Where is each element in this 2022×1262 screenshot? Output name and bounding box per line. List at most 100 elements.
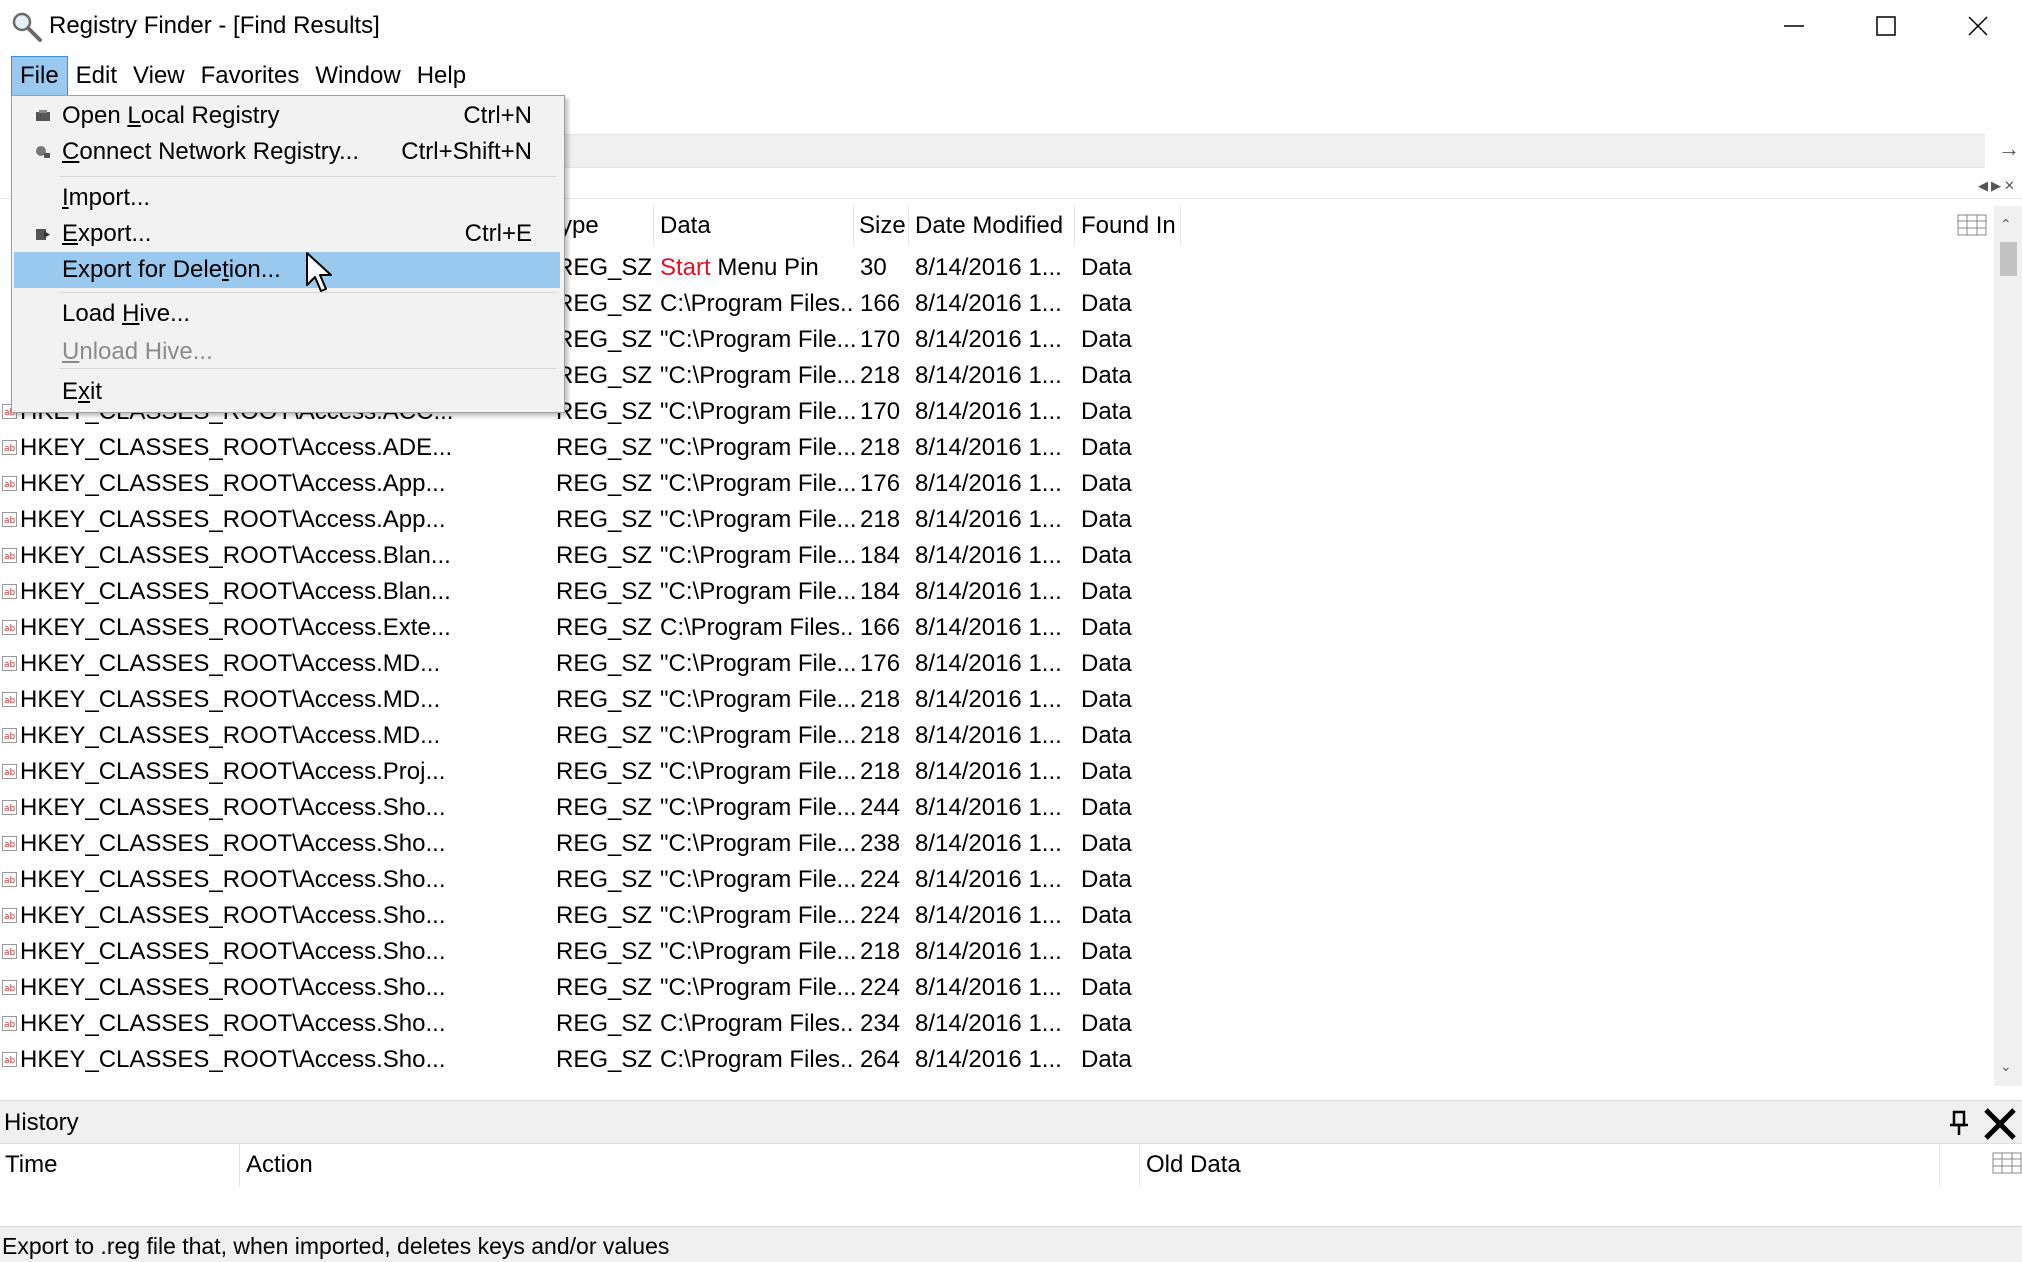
svg-text:ab: ab — [4, 984, 16, 994]
cell-data: "C:\Program File... — [660, 358, 855, 394]
scroll-down-icon[interactable]: ⌄ — [2000, 1058, 2012, 1075]
svg-text:ab: ab — [4, 876, 16, 886]
data-text: "C:\Program File... — [660, 542, 855, 569]
menu-item-export[interactable]: Export... Ctrl+E — [14, 216, 560, 252]
svg-text:ab: ab — [4, 840, 16, 850]
menu-item-import[interactable]: Import... — [14, 180, 560, 216]
cell-size: 218 — [860, 938, 901, 965]
menu-item-unload-hive: Unload Hive... — [14, 334, 560, 370]
table-row[interactable]: ab HKEY_CLASSES_ROOT\Access.Sho... REG_SZ "… — [0, 862, 1994, 898]
cell-size: 170 — [860, 398, 901, 425]
cell-name: HKEY_CLASSES_ROOT\Access.Sho... — [20, 830, 446, 857]
cell-name: HKEY_CLASSES_ROOT\Access.Sho... — [20, 974, 446, 1001]
string-value-icon: ab — [2, 620, 17, 635]
cell-size: 30 — [860, 254, 887, 281]
cell-date-modified: 8/14/2016 1... — [915, 938, 1062, 965]
table-row[interactable]: ab HKEY_CLASSES_ROOT\Access.Exte... REG_SZ… — [0, 610, 1994, 646]
table-row[interactable]: ab HKEY_CLASSES_ROOT\Access.MD... REG_SZ "C… — [0, 718, 1994, 754]
cell-date-modified: 8/14/2016 1... — [915, 830, 1062, 857]
history-column-old-data[interactable]: Old Data — [1140, 1144, 1940, 1186]
pane-navigation-controls[interactable]: ◀▶✕ — [1978, 178, 2018, 194]
address-field[interactable] — [565, 134, 1985, 168]
table-row[interactable]: ab HKEY_CLASSES_ROOT\Access.Sho... REG_SZ "… — [0, 970, 1994, 1006]
cell-found-in: Data — [1081, 290, 1132, 317]
cell-type: REG_SZ — [556, 254, 653, 281]
cell-type: REG_SZ — [556, 830, 653, 857]
column-header-size[interactable]: Size — [854, 206, 909, 246]
go-arrow-icon[interactable]: → — [1997, 136, 2021, 162]
menu-item-label: Exit — [62, 378, 103, 405]
cell-data: "C:\Program File... — [660, 502, 855, 538]
cell-data: "C:\Program File... — [660, 466, 855, 502]
menu-help[interactable]: Help — [409, 56, 474, 96]
menu-item-open-local-registry[interactable]: Open Local Registry Ctrl+N — [14, 98, 560, 134]
cell-name: HKEY_CLASSES_ROOT\Access.Proj... — [20, 758, 446, 785]
table-row[interactable]: ab HKEY_CLASSES_ROOT\Access.Sho... REG_SZ "… — [0, 898, 1994, 934]
close-panel-icon[interactable] — [1982, 1107, 2018, 1141]
cell-date-modified: 8/14/2016 1... — [915, 470, 1062, 497]
table-row[interactable]: ab HKEY_CLASSES_ROOT\Access.MD... REG_SZ "C… — [0, 682, 1994, 718]
data-text: "C:\Program File... — [660, 506, 855, 533]
cell-found-in: Data — [1081, 362, 1132, 389]
menu-file[interactable]: File — [11, 56, 68, 96]
menu-item-export-for-deletion[interactable]: Export for Deletion... — [14, 252, 560, 288]
string-value-icon: ab — [2, 1016, 17, 1031]
cell-data: Start Menu Pin — [660, 250, 855, 286]
column-chooser-icon[interactable] — [1957, 214, 1987, 236]
table-row[interactable]: ab HKEY_CLASSES_ROOT\Access.Sho... REG_SZ "… — [0, 790, 1994, 826]
table-row[interactable]: ab HKEY_CLASSES_ROOT\Access.Sho... REG_SZ "… — [0, 934, 1994, 970]
cell-data: C:\Program Files... — [660, 610, 855, 646]
cell-size: 224 — [860, 866, 901, 893]
data-highlight: Start — [660, 254, 711, 281]
cell-type: REG_SZ — [556, 290, 653, 317]
cell-found-in: Data — [1081, 794, 1132, 821]
table-row[interactable]: ab HKEY_CLASSES_ROOT\Access.Blan... REG_SZ… — [0, 538, 1994, 574]
history-column-action[interactable]: Action — [240, 1144, 1140, 1186]
table-row[interactable]: ab HKEY_CLASSES_ROOT\Access.App... REG_SZ "… — [0, 502, 1994, 538]
column-header-found-in[interactable]: Found In — [1075, 206, 1181, 246]
table-row[interactable]: ab HKEY_CLASSES_ROOT\Access.Sho... REG_SZ C… — [0, 1006, 1994, 1042]
cell-name: HKEY_CLASSES_ROOT\Access.Sho... — [20, 866, 446, 893]
history-column-time[interactable]: Time — [0, 1144, 240, 1186]
table-row[interactable]: ab HKEY_CLASSES_ROOT\Access.Sho... REG_SZ C… — [0, 1042, 1994, 1078]
column-header-type[interactable]: ype — [556, 206, 654, 246]
menu-item-connect-network-registry[interactable]: Connect Network Registry... Ctrl+Shift+N — [14, 134, 560, 170]
menu-view[interactable]: View — [125, 56, 193, 96]
cell-name: HKEY_CLASSES_ROOT\Access.Sho... — [20, 938, 446, 965]
menu-favorites[interactable]: Favorites — [193, 56, 308, 96]
table-row[interactable]: ab HKEY_CLASSES_ROOT\Access.Blan... REG_SZ… — [0, 574, 1994, 610]
column-header-data[interactable]: Data — [654, 206, 854, 246]
menu-window[interactable]: Window — [307, 56, 408, 96]
cell-found-in: Data — [1081, 326, 1132, 353]
table-row[interactable]: ab HKEY_CLASSES_ROOT\Access.Sho... REG_SZ "… — [0, 826, 1994, 862]
table-row[interactable]: ab HKEY_CLASSES_ROOT\Access.MD... REG_SZ "C… — [0, 646, 1994, 682]
maximize-button[interactable] — [1840, 0, 1932, 52]
cell-date-modified: 8/14/2016 1... — [915, 974, 1062, 1001]
cell-data: "C:\Program File... — [660, 754, 855, 790]
table-row[interactable]: ab HKEY_CLASSES_ROOT\Access.App... REG_SZ "… — [0, 466, 1994, 502]
svg-text:ab: ab — [4, 768, 16, 778]
close-icon — [1968, 16, 1988, 36]
scroll-up-icon[interactable]: ⌃ — [2000, 216, 2012, 233]
column-chooser-icon[interactable] — [1992, 1152, 2022, 1174]
menu-item-load-hive[interactable]: Load Hive... — [14, 296, 560, 332]
menu-item-exit[interactable]: Exit — [14, 374, 560, 410]
scrollbar-thumb[interactable] — [2000, 242, 2017, 276]
string-value-icon: ab — [2, 584, 17, 599]
string-value-icon: ab — [2, 692, 17, 707]
minimize-button[interactable] — [1748, 0, 1840, 52]
table-row[interactable]: ab HKEY_CLASSES_ROOT\Access.ADE... REG_SZ "… — [0, 430, 1994, 466]
cell-type: REG_SZ — [556, 758, 653, 785]
cell-date-modified: 8/14/2016 1... — [915, 686, 1062, 713]
menu-item-shortcut: Ctrl+N — [463, 102, 532, 129]
cell-data: "C:\Program File... — [660, 934, 855, 970]
history-grid[interactable]: Time Action Old Data — [0, 1144, 2022, 1226]
menu-edit[interactable]: Edit — [68, 56, 125, 96]
table-row[interactable]: ab HKEY_CLASSES_ROOT\Access.Proj... REG_SZ… — [0, 754, 1994, 790]
cell-size: 166 — [860, 614, 901, 641]
pin-icon[interactable] — [1946, 1109, 1972, 1137]
data-text: "C:\Program File... — [660, 362, 855, 389]
results-scrollbar[interactable]: ⌃ ⌄ — [1994, 206, 2022, 1086]
close-window-button[interactable] — [1932, 0, 2022, 52]
column-header-date-modified[interactable]: Date Modified — [909, 206, 1075, 246]
